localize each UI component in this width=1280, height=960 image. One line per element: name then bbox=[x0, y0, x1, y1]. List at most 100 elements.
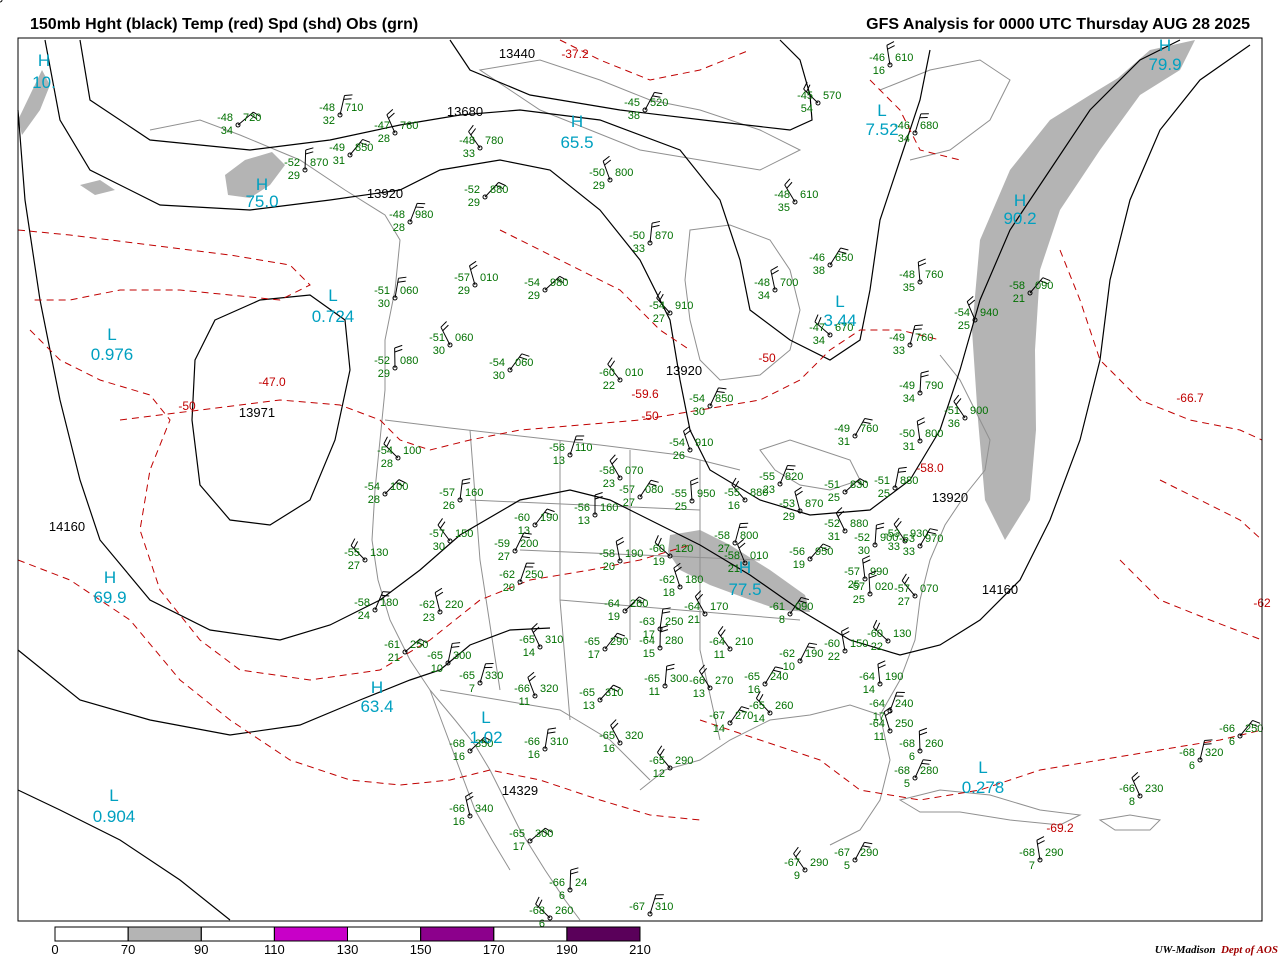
station-temp: -49 bbox=[899, 380, 915, 392]
station-temp: -64 bbox=[869, 718, 885, 730]
station-height: 800 bbox=[925, 428, 943, 440]
wind-barb-flag bbox=[1203, 743, 1212, 745]
legend-tick-label: 90 bbox=[194, 942, 208, 957]
station-height: 900 bbox=[970, 405, 988, 417]
station-temp: -55 bbox=[724, 487, 740, 499]
station-temp: -67 bbox=[834, 847, 850, 859]
temp-contour-label: -50 bbox=[758, 351, 776, 365]
station-dewpoint-depression: 6 bbox=[1229, 736, 1235, 748]
station-height: 270 bbox=[735, 710, 753, 722]
station-temp: -58 bbox=[1009, 280, 1025, 292]
high-center-letter: H bbox=[1014, 191, 1026, 210]
station-height: 090 bbox=[1035, 280, 1053, 292]
station-dewpoint-depression: 35 bbox=[778, 202, 790, 214]
station-temp: -62 bbox=[779, 648, 795, 660]
temp-contour-label: -66.7 bbox=[1176, 391, 1204, 405]
station-dewpoint-depression: 22 bbox=[828, 651, 840, 663]
height-contour-label: 14160 bbox=[982, 582, 1018, 597]
legend-swatch bbox=[566, 926, 641, 942]
station-dewpoint-depression: 34 bbox=[813, 335, 825, 347]
legend-tick-label: 210 bbox=[629, 942, 651, 957]
station-temp: -58 bbox=[714, 530, 730, 542]
station-height: 280 bbox=[920, 765, 938, 777]
center-speed-value: 79.9 bbox=[1148, 55, 1181, 74]
station-dewpoint-depression: 5 bbox=[904, 778, 910, 790]
station-height: 610 bbox=[895, 52, 913, 64]
low-center-letter: L bbox=[835, 292, 844, 311]
legend-tick-label: 0 bbox=[51, 942, 58, 957]
temp-contour-label: -58.0 bbox=[916, 461, 944, 475]
center-speed-value: 3.44 bbox=[823, 311, 856, 330]
station-temp: -50 bbox=[899, 428, 915, 440]
station-temp: -68 bbox=[894, 765, 910, 777]
station-dewpoint-depression: 25 bbox=[853, 594, 865, 606]
station-dewpoint-depression: 36 bbox=[948, 418, 960, 430]
station-dewpoint-depression: 27 bbox=[898, 596, 910, 608]
wind-barb-flag bbox=[913, 328, 922, 330]
station-dewpoint-depression: 31 bbox=[903, 441, 915, 453]
low-center-letter: L bbox=[877, 101, 886, 120]
station-height: 210 bbox=[735, 636, 753, 648]
station-temp: -55 bbox=[759, 471, 775, 483]
legend-tick-label: 190 bbox=[556, 942, 578, 957]
station-height: 830 bbox=[850, 479, 868, 491]
station-temp: -64 bbox=[709, 636, 725, 648]
station-height: 190 bbox=[805, 648, 823, 660]
station-dewpoint-depression: 34 bbox=[903, 393, 915, 405]
station-height: 010 bbox=[750, 550, 768, 562]
station-dewpoint-depression: 11 bbox=[874, 731, 885, 743]
station-dewpoint-depression: 23 bbox=[763, 484, 775, 496]
station-temp: -48 bbox=[774, 189, 790, 201]
station-height: 760 bbox=[860, 423, 878, 435]
station-temp: -53 bbox=[899, 533, 915, 545]
station-dewpoint-depression: 7 bbox=[1029, 860, 1035, 872]
chart-title-analysis-time: GFS Analysis for 0000 UTC Thursday AUG 2… bbox=[866, 16, 1250, 33]
low-center-letter: L bbox=[978, 758, 987, 777]
wind-barb-flag bbox=[1204, 739, 1213, 742]
station-height: 150 bbox=[850, 638, 868, 650]
station-dewpoint-depression: 8 bbox=[1129, 796, 1135, 808]
station-height: 270 bbox=[715, 675, 733, 687]
center-speed-value: 90.2 bbox=[1003, 209, 1036, 228]
wind-barb-staff bbox=[918, 730, 921, 752]
station-height: 760 bbox=[915, 332, 933, 344]
station-height: 850 bbox=[715, 393, 733, 405]
station-dewpoint-depression: 38 bbox=[813, 265, 825, 277]
station-height: 790 bbox=[925, 380, 943, 392]
station-height: 290 bbox=[860, 847, 878, 859]
station-dewpoint-depression: 29 bbox=[783, 511, 795, 523]
station-height: 870 bbox=[805, 498, 823, 510]
high-center-letter: H bbox=[1159, 36, 1171, 55]
station-height: 940 bbox=[980, 307, 998, 319]
station-height: 950 bbox=[815, 546, 833, 558]
station-temp: -51 bbox=[824, 479, 840, 491]
station-temp: -51 bbox=[874, 475, 890, 487]
station-dewpoint-depression: 31 bbox=[828, 531, 840, 543]
station-dewpoint-depression: 16 bbox=[728, 500, 740, 512]
station-height: 260 bbox=[925, 738, 943, 750]
station-height: 250 bbox=[1245, 723, 1263, 735]
station-temp: -57 bbox=[894, 583, 910, 595]
station-height: 260 bbox=[775, 700, 793, 712]
station-dewpoint-depression: 6 bbox=[1189, 760, 1195, 772]
station-temp: -64 bbox=[859, 671, 875, 683]
wind-speed-legend: 0 70 90 110 130 150 170 190 210 bbox=[51, 926, 651, 957]
station-height: 650 bbox=[835, 252, 853, 264]
station-temp: -48 bbox=[899, 269, 915, 281]
station-temp: -60 bbox=[867, 628, 883, 640]
legend-tick-label: 110 bbox=[264, 942, 285, 957]
station-temp: -49 bbox=[889, 332, 905, 344]
center-speed-value: 0.278 bbox=[962, 778, 1005, 797]
station-dewpoint-depression: 31 bbox=[838, 436, 850, 448]
station-height: 700 bbox=[780, 277, 798, 289]
temp-contour-label: -69.2 bbox=[1046, 821, 1074, 835]
station-height: 020 bbox=[875, 581, 893, 593]
station-temp: -51 bbox=[944, 405, 960, 417]
station-height: 880 bbox=[850, 518, 868, 530]
station-height: 190 bbox=[885, 671, 903, 683]
station-temp: -65 bbox=[744, 671, 760, 683]
station-dewpoint-depression: 6 bbox=[909, 751, 915, 763]
station-temp: -68 bbox=[1179, 747, 1195, 759]
station-dewpoint-depression: 25 bbox=[958, 320, 970, 332]
station-dewpoint-depression: 25 bbox=[828, 492, 840, 504]
